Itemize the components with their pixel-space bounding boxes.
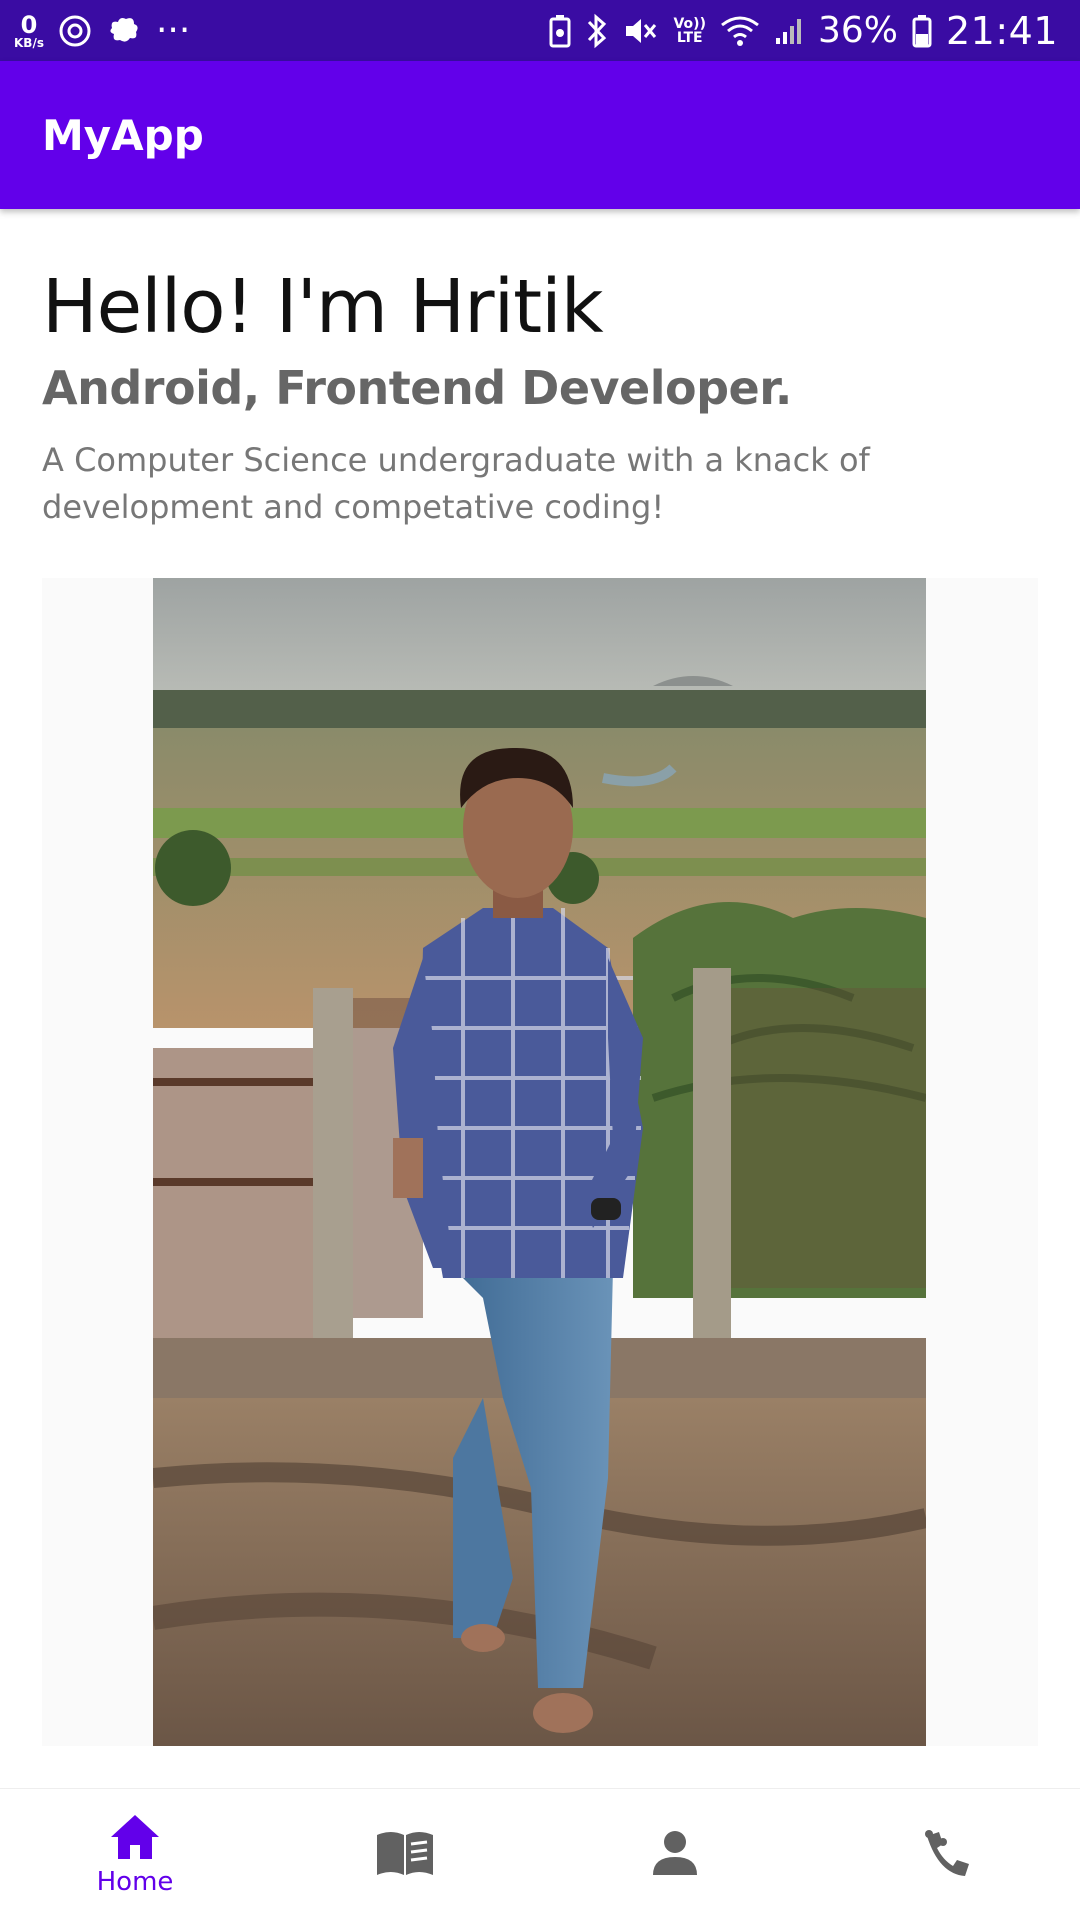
battery-icon (912, 14, 932, 48)
volte-indicator: Vo)) LTE (673, 17, 705, 45)
app-bar: MyApp (0, 61, 1080, 209)
status-right: Vo)) LTE 36% 21:41 (549, 9, 1058, 53)
nav-home[interactable]: Home (0, 1789, 270, 1920)
bio-text: A Computer Science undergraduate with a … (42, 441, 870, 526)
person-icon (651, 1829, 699, 1881)
nav-blog[interactable] (270, 1789, 540, 1920)
profile-photo (153, 578, 926, 1746)
bottom-navigation: Home (0, 1788, 1080, 1920)
notification-app-icon (106, 14, 142, 48)
volte-bottom: LTE (676, 29, 703, 46)
book-icon (375, 1829, 435, 1881)
status-left: 0 KB/s ··· (14, 10, 190, 51)
volte-top: Vo)) (673, 15, 706, 32)
battery-saver-icon (549, 14, 571, 48)
status-overflow: ··· (155, 10, 191, 51)
profile-photo-frame (42, 578, 1038, 1746)
network-speed: 0 KB/s (14, 13, 44, 49)
home-icon (109, 1813, 161, 1865)
greeting-heading: Hello! I'm Hritik (42, 264, 604, 350)
signal-icon (774, 16, 804, 46)
mute-icon (623, 14, 659, 48)
bluetooth-icon (585, 13, 609, 49)
network-speed-unit: KB/s (14, 35, 44, 50)
nav-profile[interactable] (540, 1789, 810, 1920)
wifi-icon (720, 15, 760, 47)
network-speed-value: 0 (20, 10, 38, 39)
clock: 21:41 (945, 8, 1058, 53)
nav-home-label: Home (96, 1866, 174, 1897)
role-subtitle: Android, Frontend Developer. (42, 361, 792, 415)
contact-icon (917, 1826, 973, 1884)
app-title: MyApp (42, 110, 204, 160)
data-saver-icon (58, 14, 92, 48)
battery-percent: 36% (817, 10, 898, 51)
status-bar: 0 KB/s ··· Vo)) LTE 36% 21:41 (0, 0, 1080, 61)
nav-contact[interactable] (810, 1789, 1080, 1920)
